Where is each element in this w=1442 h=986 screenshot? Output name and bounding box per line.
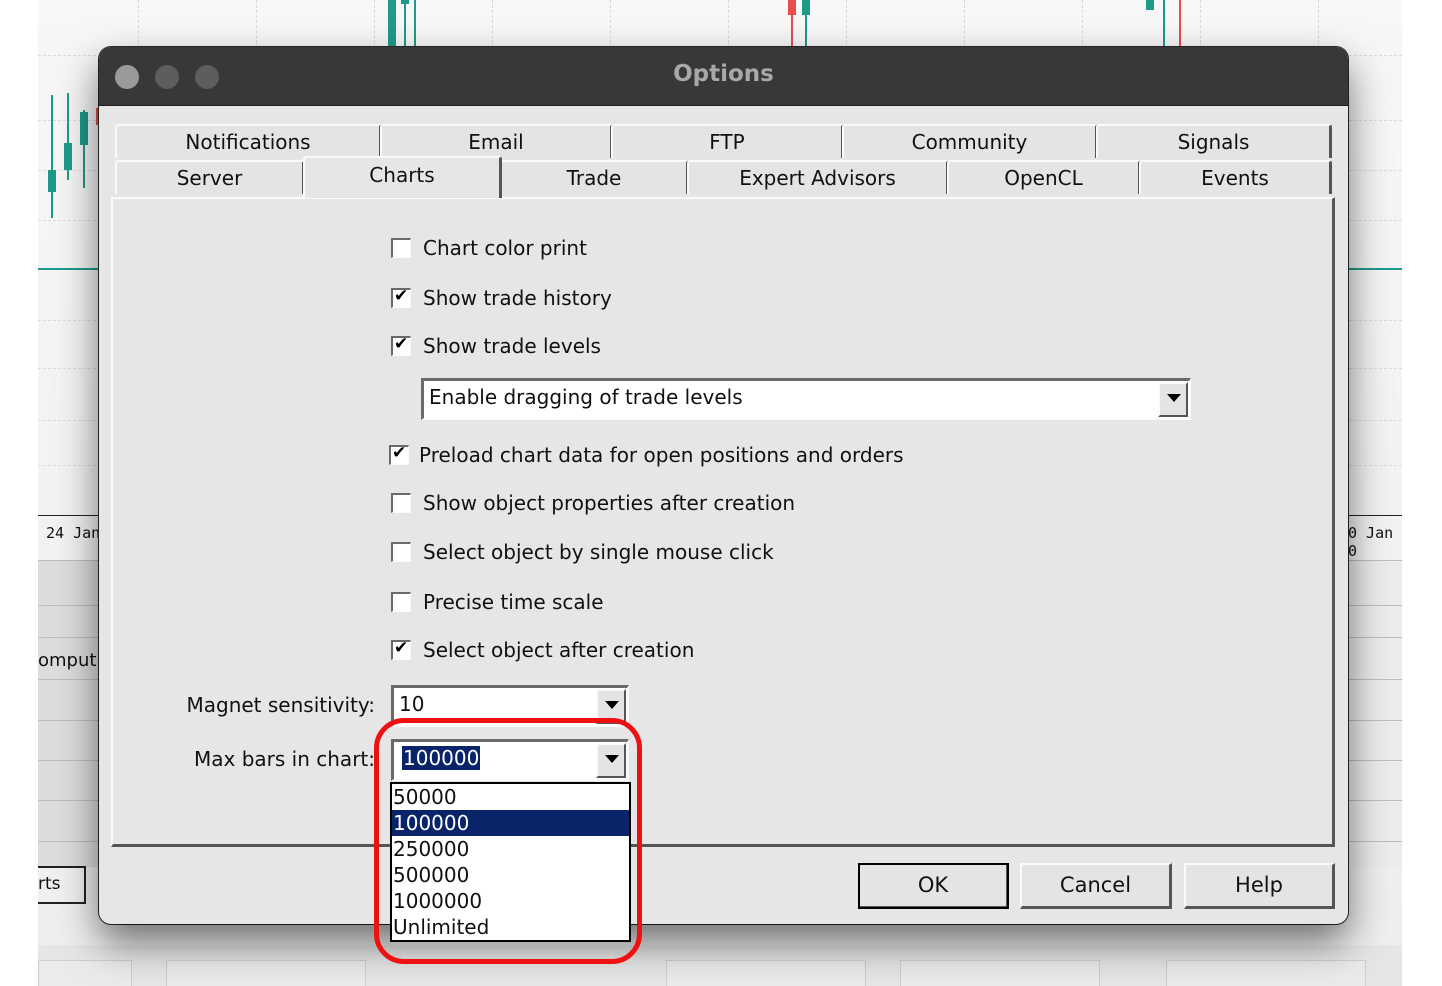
- checkbox-label: Select object after creation: [423, 638, 695, 662]
- tab-signals[interactable]: Signals: [1096, 124, 1332, 158]
- dialog-title: Options: [673, 61, 774, 87]
- precise-time-scale-checkbox[interactable]: Precise time scale: [391, 589, 604, 615]
- show-object-properties-checkbox[interactable]: Show object properties after creation: [391, 490, 795, 516]
- checkbox-label: Chart color print: [423, 236, 587, 260]
- check-icon: ✔: [392, 443, 407, 463]
- checkbox-label: Show trade levels: [423, 334, 601, 358]
- checkbox-box[interactable]: ✔: [389, 443, 409, 465]
- moving-average-line: [1348, 268, 1402, 270]
- tab-events[interactable]: Events: [1139, 160, 1332, 194]
- chart-color-print-checkbox[interactable]: Chart color print: [391, 235, 587, 261]
- check-icon: ✔: [394, 638, 409, 658]
- magnet-sensitivity-value: 10: [399, 692, 425, 716]
- trade-levels-mode-value: Enable dragging of trade levels: [429, 385, 743, 409]
- candle-wick: [414, 0, 416, 48]
- candle-body: [802, 0, 810, 15]
- candle-body: [64, 143, 72, 170]
- preload-chart-data-checkbox[interactable]: ✔ Preload chart data for open positions …: [389, 442, 904, 468]
- bg-bottom-tab[interactable]: rts: [38, 866, 86, 904]
- checkbox-box[interactable]: [391, 592, 411, 612]
- title-bar[interactable]: Options: [99, 47, 1348, 106]
- tab-community[interactable]: Community: [842, 124, 1098, 158]
- show-trade-history-checkbox[interactable]: ✔ Show trade history: [391, 285, 612, 311]
- bg-status-cell: [1166, 960, 1366, 986]
- bg-tab-label: rts: [38, 874, 61, 894]
- tab-charts[interactable]: Charts: [303, 156, 502, 198]
- checkbox-box[interactable]: ✔: [391, 334, 411, 356]
- show-trade-levels-checkbox[interactable]: ✔ Show trade levels: [391, 333, 601, 359]
- chevron-down-icon: [605, 701, 619, 709]
- checkbox-box[interactable]: [391, 542, 411, 562]
- magnet-sensitivity-label: Magnet sensitivity:: [186, 693, 375, 717]
- bg-row-text: omput: [38, 650, 97, 671]
- candle-wick: [404, 0, 406, 46]
- candle-body: [788, 0, 796, 15]
- help-button[interactable]: Help: [1184, 863, 1335, 909]
- dropdown-button[interactable]: [1158, 382, 1188, 417]
- tab-expert-advisors[interactable]: Expert Advisors: [687, 160, 949, 194]
- check-icon: ✔: [394, 286, 409, 306]
- checkbox-box[interactable]: ✔: [391, 638, 411, 660]
- checkbox-box[interactable]: [391, 493, 411, 513]
- candle-wick: [1163, 0, 1165, 48]
- candle-body: [401, 0, 409, 4]
- select-after-creation-checkbox[interactable]: ✔ Select object after creation: [391, 637, 694, 663]
- tab-notifications[interactable]: Notifications: [115, 124, 382, 158]
- trade-levels-mode-select[interactable]: Enable dragging of trade levels: [421, 378, 1191, 420]
- check-icon: ✔: [394, 334, 409, 354]
- select-by-single-click-checkbox[interactable]: Select object by single mouse click: [391, 539, 774, 565]
- checkbox-box[interactable]: ✔: [391, 286, 411, 308]
- moving-average-line: [38, 268, 108, 270]
- max-bars-label: Max bars in chart:: [194, 747, 375, 771]
- checkbox-label: Show trade history: [423, 286, 612, 310]
- bg-status-cell: [666, 960, 866, 986]
- checkbox-label: Precise time scale: [423, 590, 604, 614]
- tab-server[interactable]: Server: [115, 160, 305, 194]
- time-axis-label: 0 Jan 0: [1348, 524, 1394, 560]
- tab-trade[interactable]: Trade: [500, 160, 689, 194]
- chevron-down-icon: [1167, 394, 1181, 402]
- candle-body: [80, 112, 88, 145]
- candle-wick: [1179, 0, 1181, 48]
- candle-body: [388, 0, 396, 48]
- highlight-annotation: [374, 718, 642, 964]
- tab-ftp[interactable]: FTP: [611, 124, 844, 158]
- candle-body: [48, 170, 56, 192]
- options-dialog: Options Notifications Email FTP Communit…: [99, 47, 1348, 924]
- bg-status-cell: [900, 960, 1100, 986]
- checkbox-box[interactable]: [391, 238, 411, 258]
- bg-status-cell: [166, 960, 366, 986]
- checkbox-label: Show object properties after creation: [423, 491, 796, 515]
- ok-button[interactable]: OK: [858, 863, 1009, 909]
- tab-email[interactable]: Email: [380, 124, 613, 158]
- checkbox-label: Select object by single mouse click: [423, 540, 774, 564]
- time-axis-label: 24 Jan: [46, 524, 101, 542]
- bg-status-cell: [38, 960, 132, 986]
- tab-opencl[interactable]: OpenCL: [947, 160, 1141, 194]
- candle-wick: [51, 95, 53, 218]
- cancel-button[interactable]: Cancel: [1020, 863, 1172, 909]
- candle-body: [1146, 0, 1154, 10]
- checkbox-label: Preload chart data for open positions an…: [419, 443, 904, 467]
